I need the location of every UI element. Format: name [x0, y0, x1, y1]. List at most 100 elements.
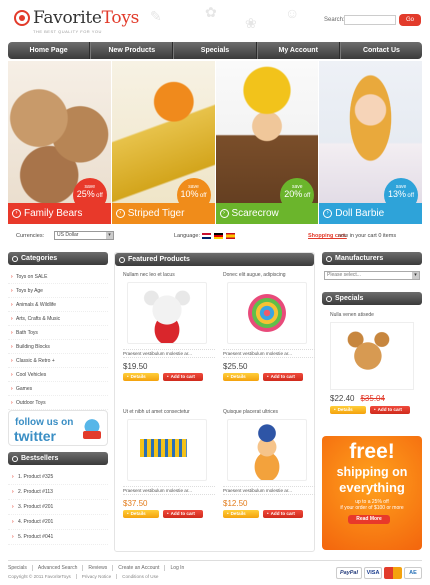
banner-label-text: Family Bears [24, 208, 83, 219]
manufacturers-title: Manufacturers [335, 255, 384, 262]
category-item[interactable]: Classic & Retro + [8, 354, 108, 368]
footer-link[interactable]: Advanced Search [33, 565, 84, 571]
free-shipping-promo[interactable]: free! shipping on everything up to a 25%… [322, 436, 422, 550]
banner-label: › Doll Barbie [319, 203, 422, 224]
twitter-bird-icon [81, 417, 103, 441]
footer-link[interactable]: Specials [8, 565, 33, 571]
save-off: off [407, 193, 414, 199]
product-description: Praesent vestibulum molestie ar... [223, 486, 315, 495]
bestsellers-title: Bestsellers [21, 455, 59, 462]
search-input[interactable] [344, 15, 396, 25]
banner-doll-barbie[interactable]: save 13% off › Doll Barbie [319, 61, 422, 224]
product-description: Praesent vestibulum molestie ar... [223, 349, 315, 358]
banner-label: › Scarecrow [215, 203, 319, 224]
nav-contact-us[interactable]: Contact Us [339, 42, 422, 59]
product-card: Quisque placerat ultrices Praesent vesti… [223, 409, 315, 518]
category-item[interactable]: Bath Toys [8, 326, 108, 340]
nav-home[interactable]: Home Page [8, 42, 91, 59]
flag-english-icon[interactable] [202, 233, 211, 239]
specials-box: Specials Nulla venen atisede $22.40 $35.0… [322, 292, 422, 416]
manufacturers-header: Manufacturers [322, 252, 422, 265]
special-product-name[interactable]: Nulla venen atisede [330, 312, 422, 318]
details-button[interactable]: Details [223, 373, 259, 381]
currency-select[interactable]: US Dollar ▾ [54, 231, 114, 240]
tree-icon: ✿ [205, 4, 217, 20]
special-prices: $22.40 $35.04 [330, 394, 422, 403]
product-name[interactable]: Donec elit augue, adipiscing [223, 272, 315, 278]
bestseller-item[interactable]: 3. Product #201 [8, 500, 108, 515]
footer-link[interactable]: Log In [165, 565, 189, 571]
promo-everything: everything [339, 480, 405, 495]
add-to-cart-button[interactable]: Add to cart [163, 510, 203, 518]
special-buttons: Details Add to cart [330, 406, 422, 416]
special-product-image[interactable] [330, 322, 414, 390]
footer-link[interactable]: Create an Account [113, 565, 166, 571]
banner-label-text: Striped Tiger [127, 208, 185, 219]
manufacturer-select[interactable]: Please select... ▾ [324, 271, 420, 280]
logo-text-a: Favorite [33, 8, 102, 28]
nav-new-products[interactable]: New Products [90, 42, 174, 59]
doodle-icon: ✎ [150, 8, 162, 24]
add-to-cart-button[interactable]: Add to cart [163, 373, 203, 381]
add-to-cart-button[interactable]: Add to cart [263, 510, 303, 518]
promo-detail: up to a 25% off if your order of $100 or … [322, 499, 422, 511]
product-name[interactable]: Quisque placerat ultrices [223, 409, 315, 415]
special-new-price: $22.40 [330, 394, 355, 403]
flag-spanish-icon[interactable] [226, 233, 235, 239]
read-more-button[interactable]: Read More [348, 515, 390, 524]
banner-label: › Striped Tiger [111, 203, 215, 224]
categories-header: Categories [8, 252, 108, 265]
category-item[interactable]: Toys on SALE [8, 270, 108, 284]
details-button[interactable]: Details [123, 510, 159, 518]
manufacturer-select-value: Please select... [327, 272, 361, 278]
details-button[interactable]: Details [123, 373, 159, 381]
save-off: off [96, 193, 103, 199]
banner-label-text: Scarecrow [231, 208, 279, 219]
add-to-cart-button[interactable]: Add to cart [370, 406, 410, 414]
category-item[interactable]: Building Blocks [8, 340, 108, 354]
product-image[interactable] [127, 282, 207, 344]
arrow-circle-icon: › [12, 209, 21, 218]
banner-family-bears[interactable]: save 25% off › Family Bears [8, 61, 111, 224]
category-item[interactable]: Toys by Age [8, 284, 108, 298]
search-button[interactable]: Go [399, 14, 421, 26]
category-item[interactable]: Arts, Crafts & Music [8, 312, 108, 326]
product-name[interactable]: Nullam nec leo et lacus [123, 272, 215, 278]
twitter-wordmark: twitter [14, 428, 56, 444]
category-item[interactable]: Animals & Wildlife [8, 298, 108, 312]
banner-label: › Family Bears [8, 203, 111, 224]
product-image[interactable] [227, 282, 307, 344]
featured-title: Featured Products [128, 256, 190, 263]
flag-german-icon[interactable] [214, 233, 223, 239]
bestseller-item[interactable]: 5. Product #041 [8, 530, 108, 545]
logo-text-b: Toys [101, 8, 140, 28]
category-item[interactable]: Games [8, 382, 108, 396]
product-image[interactable] [127, 419, 207, 481]
footer-legal: Copyright © 2011 FavoriteToys Privacy No… [8, 574, 163, 579]
product-card: Ut et nibh ut amet consectetur Praesent … [123, 409, 215, 518]
banner-label-text: Doll Barbie [335, 208, 385, 219]
banner-striped-tiger[interactable]: save 10% off › Striped Tiger [111, 61, 215, 224]
chevron-down-icon: ▾ [412, 272, 419, 279]
bestseller-item[interactable]: 2. Product #113 [8, 485, 108, 500]
nav-specials[interactable]: Specials [173, 42, 257, 59]
product-name[interactable]: Ut et nibh ut amet consectetur [123, 409, 215, 415]
conditions-link[interactable]: Conditions of Use [117, 574, 163, 579]
bestseller-item[interactable]: 4. Product #201 [8, 515, 108, 530]
nav-my-account[interactable]: My Account [256, 42, 340, 59]
banner-scarecrow[interactable]: save 20% off › Scarecrow [215, 61, 319, 224]
details-button[interactable]: Details [223, 510, 259, 518]
footer-link[interactable]: Reviews [83, 565, 114, 571]
product-image[interactable] [227, 419, 307, 481]
add-to-cart-button[interactable]: Add to cart [263, 373, 303, 381]
save-percent: 13% [388, 189, 407, 199]
privacy-link[interactable]: Privacy Notice [77, 574, 118, 579]
bestseller-item[interactable]: 1. Product #325 [8, 470, 108, 485]
category-item[interactable]: Cool Vehicles [8, 368, 108, 382]
details-button[interactable]: Details [330, 406, 366, 414]
featured-header: Featured Products [115, 253, 314, 266]
logo[interactable]: FavoriteToys [14, 8, 139, 28]
category-item[interactable]: Outdoor Toys [8, 396, 108, 410]
doodle-icon: ❀ [245, 15, 257, 31]
twitter-follow-banner[interactable]: follow us on twitter [8, 410, 108, 446]
